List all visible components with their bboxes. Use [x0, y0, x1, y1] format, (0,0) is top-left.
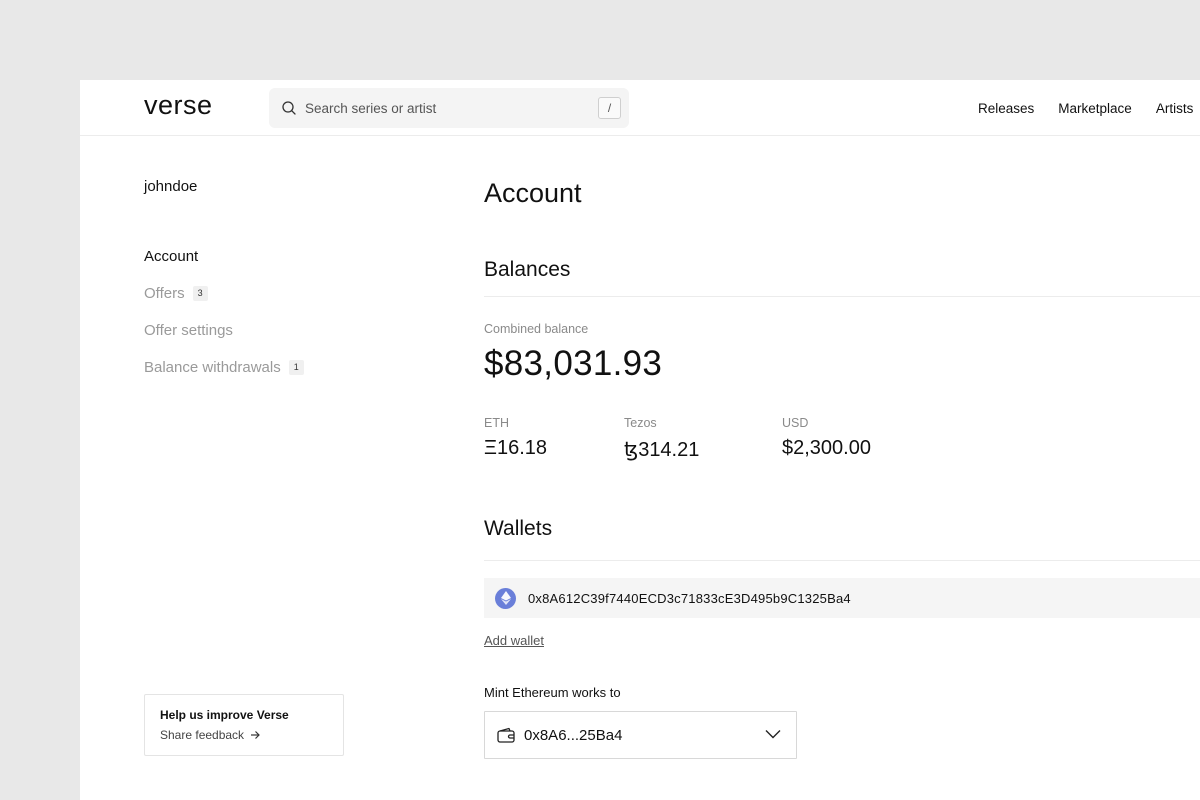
tezos-balance: Tezos ꜩ314.21: [624, 416, 699, 462]
currency-label: Tezos: [624, 416, 657, 430]
feedback-title: Help us improve Verse: [160, 708, 289, 722]
ethereum-icon: [495, 587, 516, 609]
page-title: Account: [484, 178, 582, 208]
account-menu: Account Offers 3 Offer settings Balance …: [144, 238, 304, 386]
nav-marketplace[interactable]: Marketplace: [1058, 101, 1132, 116]
currency-label: ETH: [484, 416, 509, 430]
sidebar-item-offers[interactable]: Offers 3: [144, 275, 304, 312]
search-box[interactable]: /: [269, 88, 629, 128]
currency-label: USD: [782, 416, 809, 430]
feedback-card: Help us improve Verse Share feedback: [144, 694, 344, 756]
nav-artists[interactable]: Artists: [1156, 101, 1194, 116]
wallets-heading: Wallets: [484, 517, 553, 540]
currency-value: $2,300.00: [782, 437, 871, 459]
selected-wallet: 0x8A6...25Ba4: [524, 726, 623, 744]
arrow-right-icon: [251, 731, 260, 739]
sidebar-item-offer-settings[interactable]: Offer settings: [144, 312, 304, 349]
sidebar-item-account[interactable]: Account: [144, 238, 304, 275]
main-nav: Releases Marketplace Artists: [978, 80, 1200, 136]
currency-value: Ξ16.18: [484, 437, 548, 459]
mint-destination-label: Mint Ethereum works to: [484, 685, 621, 700]
chevron-down-icon: [765, 730, 781, 739]
share-feedback-link[interactable]: Share feedback: [160, 728, 328, 742]
search-shortcut-key: /: [598, 97, 621, 119]
sidebar-item-label: Offer settings: [144, 322, 233, 339]
wallet-icon: [497, 727, 515, 743]
sidebar-item-balance-withdrawals[interactable]: Balance withdrawals 1: [144, 349, 304, 386]
divider: [484, 296, 1200, 297]
wallet-address: 0x8A612C39f7440ECD3c71833cE3D495b9C1325B…: [528, 590, 851, 606]
mint-wallet-select[interactable]: 0x8A6...25Ba4: [484, 711, 797, 759]
balances-heading: Balances: [484, 258, 571, 281]
usd-balance: USD $2,300.00: [782, 416, 871, 460]
eth-balance: ETH Ξ16.18: [484, 416, 547, 460]
count-badge: 3: [192, 286, 208, 301]
add-wallet-link[interactable]: Add wallet: [484, 633, 544, 648]
share-feedback-label: Share feedback: [160, 728, 245, 742]
sidebar-item-label: Account: [144, 248, 199, 265]
app-window: verse / Releases Marketplace Artists joh…: [80, 80, 1200, 800]
combined-balance-value: $83,031.93: [484, 344, 663, 383]
search-input[interactable]: [305, 88, 585, 128]
wallet-list-item[interactable]: 0x8A612C39f7440ECD3c71833cE3D495b9C1325B…: [484, 578, 1200, 618]
search-icon: [282, 101, 296, 115]
nav-releases[interactable]: Releases: [978, 101, 1034, 116]
divider: [484, 560, 1200, 561]
sidebar-item-label: Offers: [144, 285, 185, 302]
sidebar-item-label: Balance withdrawals: [144, 359, 281, 376]
logo[interactable]: verse: [144, 90, 213, 121]
count-badge: 1: [288, 360, 304, 375]
combined-balance-label: Combined balance: [484, 322, 589, 336]
top-bar: verse / Releases Marketplace Artists: [80, 80, 1200, 136]
currency-value: ꜩ314.21: [624, 439, 700, 461]
username: johndoe: [144, 178, 198, 195]
